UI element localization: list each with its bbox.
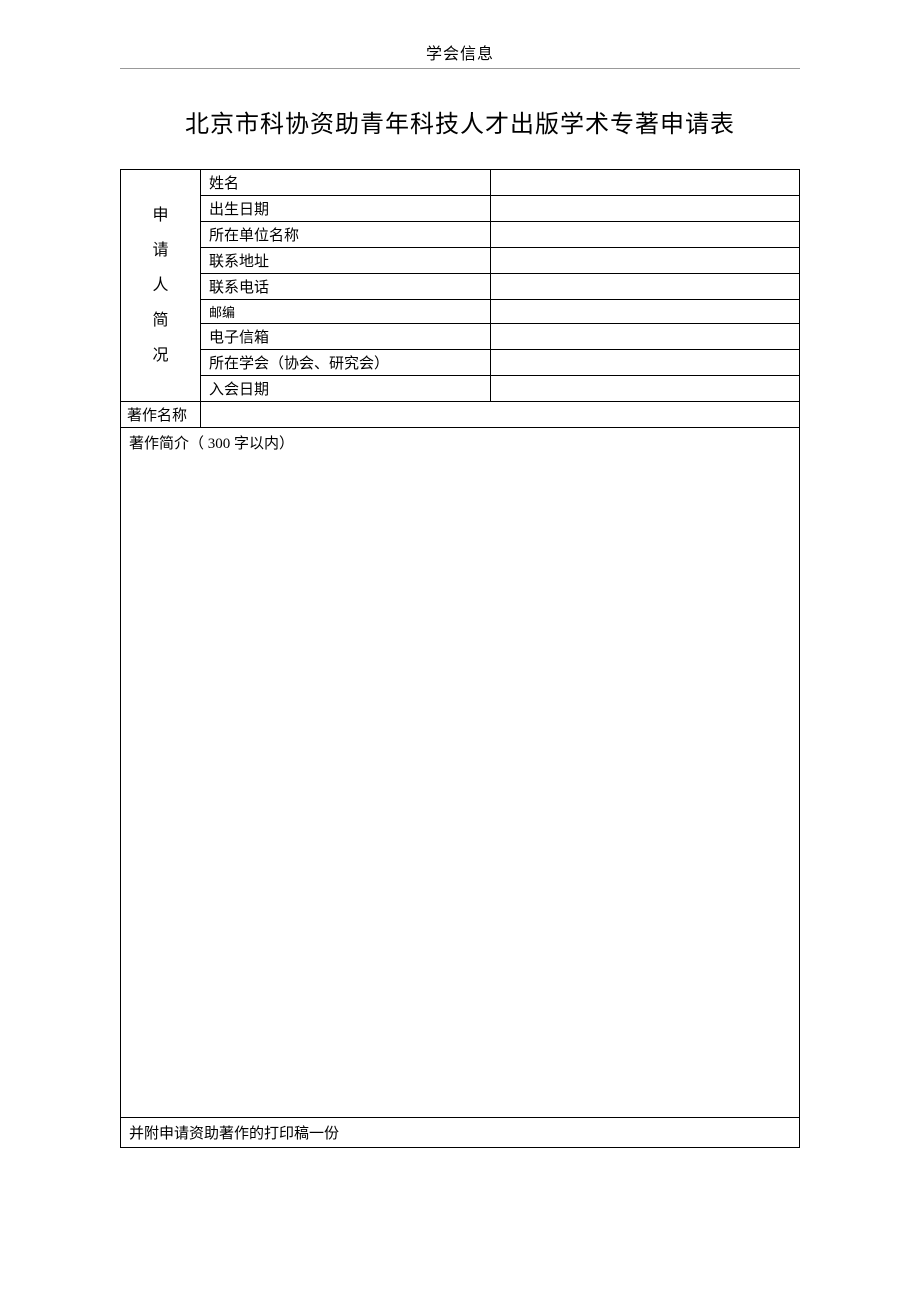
table-row: 著作名称 bbox=[121, 402, 800, 428]
vertical-char: 简 bbox=[121, 303, 200, 338]
vertical-char: 申 bbox=[121, 198, 200, 233]
application-form-table: 申 请 人 简 况 姓名 出生日期 所在单位名称 联系地址 联系电话 邮编 电子… bbox=[120, 169, 800, 1148]
table-row: 电子信箱 bbox=[121, 324, 800, 350]
email-label: 电子信箱 bbox=[201, 324, 491, 350]
header-divider bbox=[120, 68, 800, 69]
summary-label: 著作简介（ 300 字以内） bbox=[129, 436, 294, 452]
email-value bbox=[491, 324, 800, 350]
name-label: 姓名 bbox=[201, 170, 491, 196]
page-title: 北京市科协资助青年科技人才出版学术专著申请表 bbox=[120, 104, 800, 139]
summary-cell: 著作简介（ 300 字以内） bbox=[121, 428, 800, 1118]
phone-label: 联系电话 bbox=[201, 274, 491, 300]
vertical-char: 况 bbox=[121, 338, 200, 373]
table-row: 联系电话 bbox=[121, 274, 800, 300]
postcode-value bbox=[491, 300, 800, 324]
table-row: 并附申请资助著作的打印稿一份 bbox=[121, 1118, 800, 1148]
join-date-value bbox=[491, 376, 800, 402]
book-name-value bbox=[201, 402, 800, 428]
vertical-char: 请 bbox=[121, 233, 200, 268]
phone-value bbox=[491, 274, 800, 300]
birth-date-value bbox=[491, 196, 800, 222]
address-value bbox=[491, 248, 800, 274]
table-row: 申 请 人 简 况 姓名 bbox=[121, 170, 800, 196]
org-label: 所在单位名称 bbox=[201, 222, 491, 248]
table-row: 所在学会（协会、研究会） bbox=[121, 350, 800, 376]
postcode-label: 邮编 bbox=[201, 300, 491, 324]
table-row: 联系地址 bbox=[121, 248, 800, 274]
table-row: 著作简介（ 300 字以内） bbox=[121, 428, 800, 1118]
book-name-label: 著作名称 bbox=[121, 402, 201, 428]
org-value bbox=[491, 222, 800, 248]
applicant-section-header: 申 请 人 简 况 bbox=[121, 170, 201, 402]
table-row: 入会日期 bbox=[121, 376, 800, 402]
join-date-label: 入会日期 bbox=[201, 376, 491, 402]
name-value bbox=[491, 170, 800, 196]
table-row: 所在单位名称 bbox=[121, 222, 800, 248]
table-row: 出生日期 bbox=[121, 196, 800, 222]
birth-date-label: 出生日期 bbox=[201, 196, 491, 222]
address-label: 联系地址 bbox=[201, 248, 491, 274]
footer-note: 并附申请资助著作的打印稿一份 bbox=[121, 1118, 800, 1148]
society-label: 所在学会（协会、研究会） bbox=[201, 350, 491, 376]
table-row: 邮编 bbox=[121, 300, 800, 324]
page-header: 学会信息 bbox=[120, 40, 800, 64]
vertical-char: 人 bbox=[121, 268, 200, 303]
society-value bbox=[491, 350, 800, 376]
